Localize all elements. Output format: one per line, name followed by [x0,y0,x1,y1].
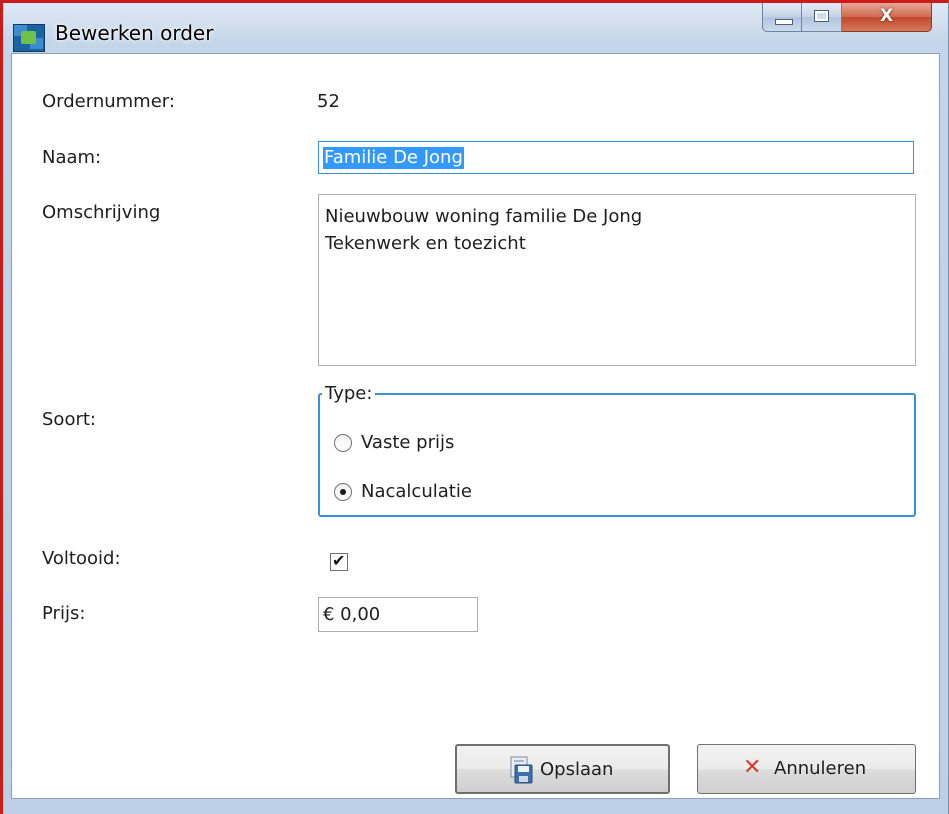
omschrijving-label: Omschrijving [42,202,161,223]
prijs-input[interactable]: € 0,00 [318,597,478,632]
save-button-label: Opslaan [540,759,614,780]
naam-input[interactable]: Familie De Jong [318,141,914,174]
prijs-label: Prijs: [42,603,86,624]
checkmark-icon: ✔ [332,551,346,570]
type-group-title: Type: [322,383,376,404]
cancel-button[interactable]: ✕ Annuleren [697,744,916,794]
naam-input-value: Familie De Jong [323,147,464,169]
soort-label: Soort: [42,409,96,430]
omschrijving-textarea[interactable]: Nieuwbouw woning familie De Jong Tekenwe… [318,194,916,366]
dialog-content: Ordernummer: 52 Naam: Familie De Jong Om… [11,53,940,799]
maximize-icon [814,10,829,22]
minimize-button[interactable] [762,3,802,32]
title-bar[interactable]: Bewerken order X [3,3,948,53]
cancel-x-icon: ✕ [743,755,762,780]
save-button[interactable]: Opslaan [455,744,670,794]
app-icon [13,24,45,52]
radio-selected-icon[interactable] [334,483,352,501]
voltooid-label: Voltooid: [42,548,121,569]
minimize-icon [775,19,793,25]
radio-dot-icon [340,489,346,495]
voltooid-checkbox[interactable]: ✔ [330,551,348,571]
prijs-input-value: € 0,00 [323,604,381,625]
maximize-button[interactable] [802,3,842,32]
radio-circle-icon[interactable] [334,434,352,452]
save-icon [510,756,533,784]
ordernummer-label: Ordernummer: [42,91,175,112]
type-groupbox: Type: Vaste prijs Nacalculatie [318,383,916,517]
caption-buttons: X [762,3,942,32]
cancel-button-label: Annuleren [774,758,867,779]
omschrijving-text: Nieuwbouw woning familie De Jong Tekenwe… [325,206,643,254]
radio-label-vaste-prijs[interactable]: Vaste prijs [361,432,454,453]
close-button[interactable]: X [842,3,932,32]
ordernummer-value: 52 [317,91,340,112]
close-icon: X [879,6,894,26]
radio-label-nacalculatie[interactable]: Nacalculatie [361,481,472,502]
naam-label: Naam: [42,147,102,168]
dialog-window: Bewerken order X Ordernummer: 52 Naam: F… [0,0,949,814]
window-title: Bewerken order [55,21,214,45]
